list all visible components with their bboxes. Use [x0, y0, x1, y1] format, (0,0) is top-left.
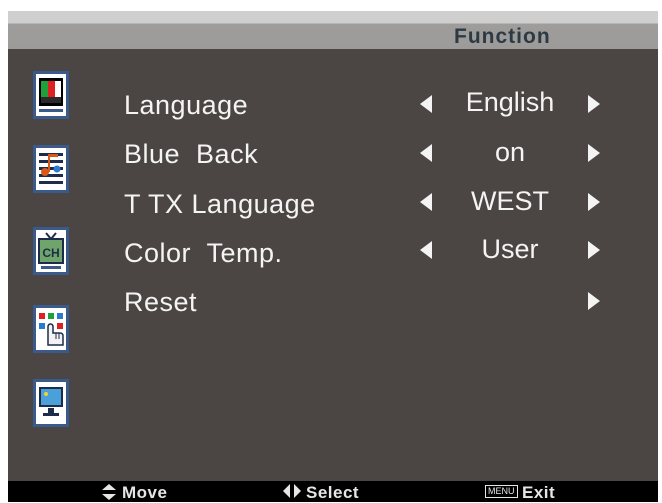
language-value[interactable]: English	[445, 87, 575, 118]
exit-hint: Exit	[522, 483, 556, 502]
blue-back-left-arrow-icon[interactable]	[420, 144, 432, 162]
menu-header: Function	[8, 11, 658, 49]
left-right-arrow-icon	[283, 484, 301, 498]
reset-label[interactable]: Reset	[124, 287, 197, 318]
blue-back-right-arrow-icon[interactable]	[588, 144, 600, 162]
picture-icon[interactable]	[33, 71, 69, 119]
channel-icon[interactable]: CH	[33, 227, 69, 275]
language-right-arrow-icon[interactable]	[588, 95, 600, 113]
svg-text:CH: CH	[42, 246, 59, 260]
function-hand-icon[interactable]	[33, 305, 69, 353]
screen-icon[interactable]	[33, 379, 69, 427]
blue-back-label[interactable]: Blue Back	[124, 139, 258, 170]
color-temp-value[interactable]: User	[445, 234, 575, 265]
language-label[interactable]: Language	[124, 90, 248, 121]
ttx-language-value[interactable]: WEST	[445, 186, 575, 217]
select-hint: Select	[306, 483, 360, 502]
color-temp-left-arrow-icon[interactable]	[420, 241, 432, 259]
sound-icon[interactable]	[33, 145, 69, 193]
menu-key-icon: MENU	[485, 485, 518, 498]
language-left-arrow-icon[interactable]	[420, 95, 432, 113]
move-hint: Move	[122, 483, 168, 502]
color-temp-right-arrow-icon[interactable]	[588, 241, 600, 259]
menu-title: Function	[454, 25, 551, 48]
osd-menu: Function CH Language English Blue Back o…	[8, 11, 658, 502]
ttx-language-left-arrow-icon[interactable]	[420, 193, 432, 211]
reset-right-arrow-icon[interactable]	[588, 292, 600, 310]
blue-back-value[interactable]: on	[445, 137, 575, 168]
up-down-arrow-icon	[102, 484, 116, 500]
ttx-language-right-arrow-icon[interactable]	[588, 193, 600, 211]
color-temp-label[interactable]: Color Temp.	[124, 238, 283, 269]
footer-bar: Move Select MENU Exit	[8, 481, 658, 502]
ttx-language-label[interactable]: T TX Language	[124, 189, 316, 220]
